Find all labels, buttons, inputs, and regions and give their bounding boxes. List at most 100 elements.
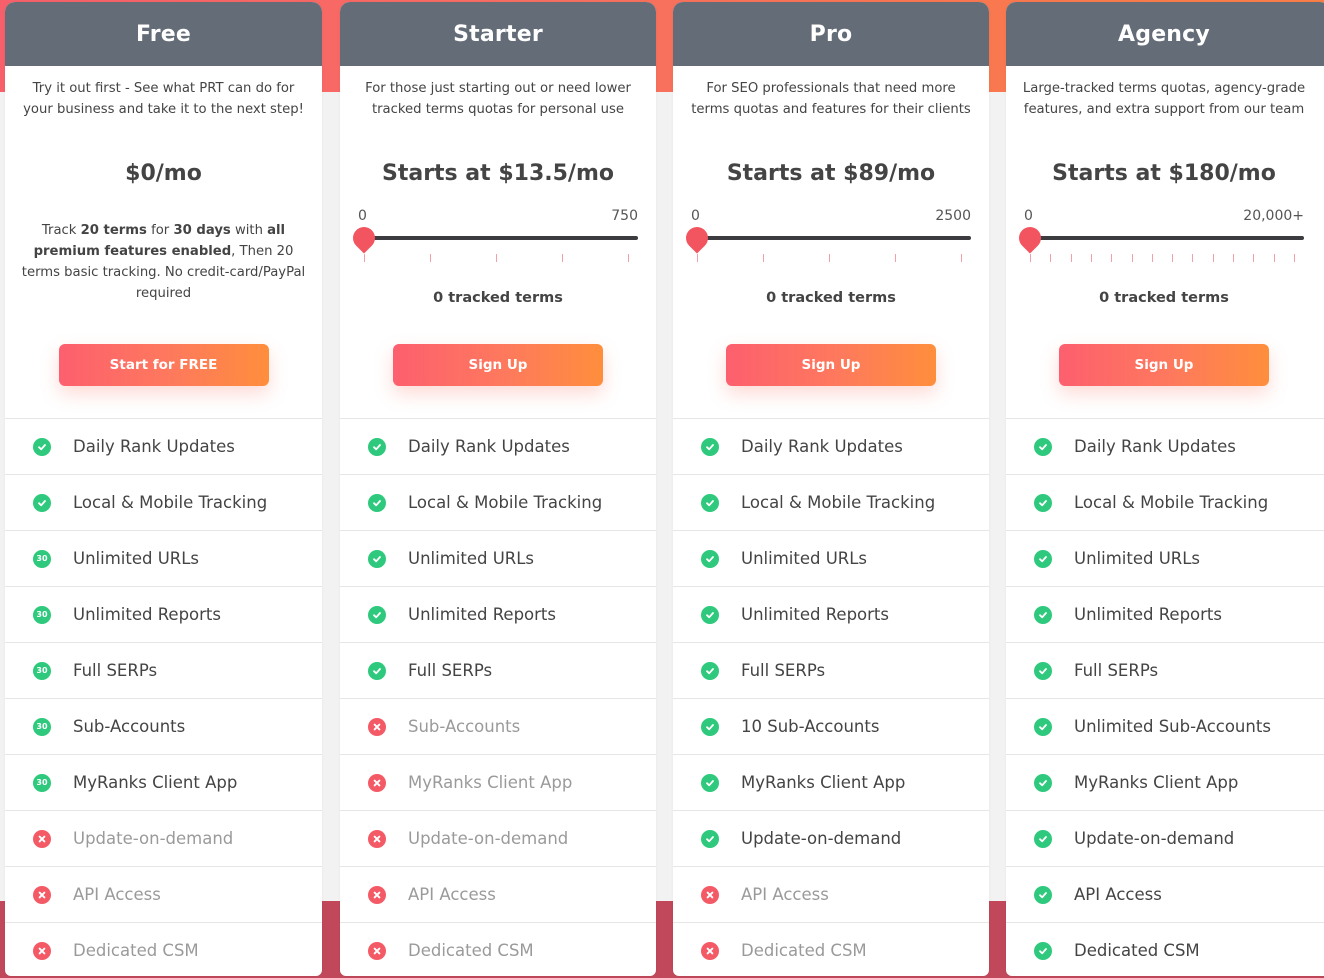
feature-label: Daily Rank Updates <box>73 437 235 456</box>
check-circle-icon <box>1034 549 1052 568</box>
feature-list: Daily Rank Updates Local & Mobile Trackin… <box>5 418 322 976</box>
check-circle-icon <box>1034 493 1052 512</box>
note-part: for <box>146 223 174 238</box>
slider-tick <box>1151 254 1153 262</box>
feature-label: API Access <box>741 885 829 904</box>
terms-slider[interactable] <box>348 222 638 254</box>
feature-label: Unlimited Reports <box>1074 605 1222 624</box>
slider-ticks <box>364 254 638 266</box>
plan-card-agency: Agency Large-tracked terms quotas, agenc… <box>1006 2 1324 976</box>
x-circle-icon <box>368 773 386 792</box>
feature-row: API Access <box>340 867 656 923</box>
slider-tick <box>895 254 896 262</box>
check-circle-icon <box>701 661 719 680</box>
feature-row: Local & Mobile Tracking <box>340 475 656 531</box>
feature-row: 30 Full SERPs <box>5 643 322 699</box>
check-circle-icon <box>701 493 719 512</box>
feature-row: Local & Mobile Tracking <box>5 475 322 531</box>
check-circle-icon <box>701 829 719 848</box>
feature-label: Full SERPs <box>741 661 826 680</box>
feature-row: MyRanks Client App <box>673 755 989 811</box>
feature-row: Dedicated CSM <box>673 923 989 976</box>
start-free-button[interactable]: Start for FREE <box>58 344 269 386</box>
slider-tick <box>430 254 431 262</box>
feature-label: Update-on-demand <box>73 829 234 848</box>
slider-tick <box>1111 254 1113 262</box>
feature-row: Update-on-demand <box>5 811 322 867</box>
sign-up-button[interactable]: Sign Up <box>393 344 603 386</box>
check-circle-icon <box>1034 941 1052 960</box>
slider-tick <box>496 254 497 262</box>
feature-label: Update-on-demand <box>741 829 902 848</box>
terms-slider[interactable] <box>1014 222 1304 254</box>
plan-card-starter: Starter For those just starting out or n… <box>340 2 656 976</box>
feature-row: Dedicated CSM <box>340 923 656 976</box>
feature-row: 10 Sub-Accounts <box>673 699 989 755</box>
plan-description: For those just starting out or need lowe… <box>365 81 631 117</box>
feature-row: Update-on-demand <box>1006 811 1324 867</box>
check-circle-icon <box>701 717 719 736</box>
feature-label: MyRanks Client App <box>408 773 573 792</box>
feature-row: Local & Mobile Tracking <box>1006 475 1324 531</box>
feature-row: Update-on-demand <box>340 811 656 867</box>
check-circle-icon <box>1034 885 1052 904</box>
feature-row: MyRanks Client App <box>340 755 656 811</box>
slider-tick <box>1253 254 1255 262</box>
sign-up-button[interactable]: Sign Up <box>1059 344 1269 386</box>
free-plan-note: Track 20 terms for 30 days with all prem… <box>5 204 322 344</box>
note-part-bold: 20 terms <box>80 223 147 238</box>
feature-label: Unlimited URLs <box>73 549 200 568</box>
feature-label: Full SERPs <box>1074 661 1159 680</box>
feature-label: 10 Sub-Accounts <box>741 717 880 736</box>
slider-tick <box>1294 254 1295 262</box>
feature-label: Unlimited Reports <box>741 605 889 624</box>
plan-price: Starts at $89/mo <box>726 161 936 186</box>
plan-name: Starter <box>340 2 656 66</box>
trial-30-days-icon: 30 <box>33 605 51 624</box>
feature-label: Daily Rank Updates <box>408 437 570 456</box>
trial-30-days-icon: 30 <box>33 661 51 680</box>
feature-row: Full SERPs <box>1006 643 1324 699</box>
slider-ticks <box>1030 254 1304 266</box>
feature-list: Daily Rank Updates Local & Mobile Trackin… <box>1006 418 1324 976</box>
feature-label: Unlimited Reports <box>408 605 556 624</box>
feature-row: Update-on-demand <box>673 811 989 867</box>
slider-ticks <box>697 254 971 266</box>
feature-row: 30 Unlimited URLs <box>5 531 322 587</box>
check-circle-icon <box>368 661 386 680</box>
check-circle-icon <box>1034 437 1052 456</box>
slider-min-label: 0 <box>358 208 367 224</box>
x-circle-icon <box>368 717 386 736</box>
plan-card-free: Free Try it out first - See what PRT can… <box>5 2 322 976</box>
check-circle-icon <box>33 437 51 456</box>
feature-list: Daily Rank Updates Local & Mobile Trackin… <box>340 418 656 976</box>
slider-tick <box>829 254 830 262</box>
feature-label: MyRanks Client App <box>73 773 238 792</box>
feature-label: Local & Mobile Tracking <box>1074 493 1269 512</box>
feature-row: Local & Mobile Tracking <box>673 475 989 531</box>
note-part: Track <box>41 223 81 238</box>
sign-up-button[interactable]: Sign Up <box>726 344 936 386</box>
x-circle-icon <box>701 885 719 904</box>
feature-row: API Access <box>673 867 989 923</box>
feature-label: Unlimited URLs <box>408 549 535 568</box>
trial-30-days-icon: 30 <box>33 549 51 568</box>
plan-description: Try it out first - See what PRT can do f… <box>23 81 304 117</box>
feature-list: Daily Rank Updates Local & Mobile Trackin… <box>673 418 989 976</box>
check-circle-icon <box>368 605 386 624</box>
terms-slider[interactable] <box>681 222 971 254</box>
slider-min-label: 0 <box>1024 208 1033 224</box>
feature-label: Dedicated CSM <box>741 941 867 960</box>
x-circle-icon <box>701 941 719 960</box>
tracked-terms-count: 0 tracked terms <box>766 290 896 306</box>
feature-label: Sub-Accounts <box>408 717 521 736</box>
feature-label: Unlimited URLs <box>1074 549 1201 568</box>
trial-30-days-icon: 30 <box>33 717 51 736</box>
slider-tick <box>1233 254 1235 262</box>
check-circle-icon <box>701 773 719 792</box>
feature-label: Local & Mobile Tracking <box>741 493 936 512</box>
terms-slider-block: 0 2500 0 tracked terms <box>673 204 989 344</box>
feature-row: Full SERPs <box>673 643 989 699</box>
check-circle-icon <box>701 549 719 568</box>
plan-price: $0/mo <box>125 161 202 186</box>
